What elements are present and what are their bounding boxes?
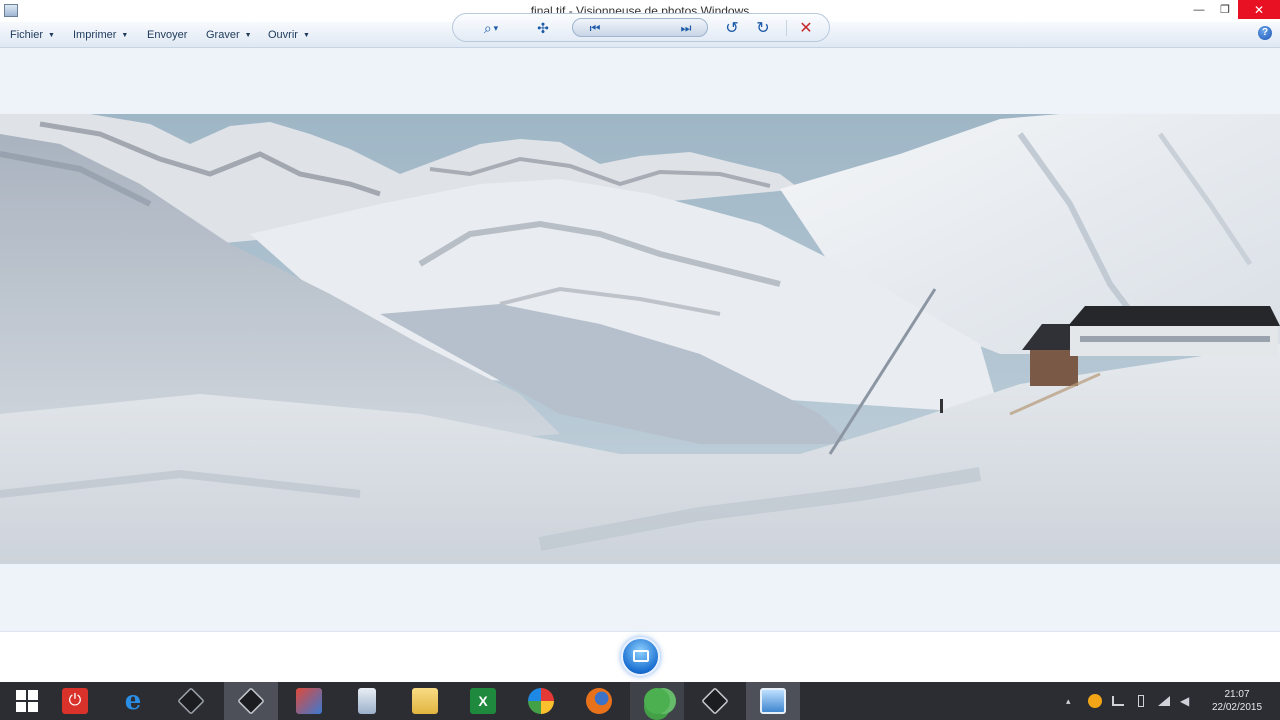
chevron-down-icon: ▾ (493, 22, 499, 33)
speaker-icon: ◀ (1180, 694, 1190, 708)
chevron-down-icon: ▼ (244, 32, 252, 39)
battery-icon (1138, 695, 1144, 707)
tray-expand[interactable]: ▴ (1066, 682, 1071, 720)
taskbar-picasa[interactable] (514, 682, 568, 720)
slideshow-button[interactable] (621, 637, 660, 676)
next-button[interactable]: ⏭ (675, 19, 697, 37)
next-icon: ⏭ (680, 20, 692, 35)
clover-icon (644, 688, 670, 714)
menu-imprimer[interactable]: Imprimer ▼ (73, 29, 128, 41)
app-icon (296, 688, 322, 714)
folder-icon (412, 688, 438, 714)
delete-icon: ✕ (799, 20, 813, 37)
delete-button[interactable]: ✕ (796, 19, 816, 37)
chevron-down-icon: ▼ (48, 32, 55, 39)
rotate-clockwise-button[interactable]: ↻ (753, 19, 773, 37)
taskbar-power-app[interactable]: ⏻ (48, 682, 102, 720)
taskbar-app-5[interactable] (282, 682, 336, 720)
app-icon (701, 687, 729, 715)
taskbar-file-explorer[interactable] (398, 682, 452, 720)
menu-envoyer[interactable]: Envoyer (147, 29, 187, 41)
tray-volume[interactable]: ◀ (1180, 682, 1189, 720)
taskbar-clock[interactable]: 21:07 22/02/2015 (1204, 688, 1270, 714)
rotate-counterclockwise-button[interactable]: ↺ (722, 19, 742, 37)
close-button[interactable]: ✕ (1238, 0, 1280, 19)
minimize-button[interactable]: — (1186, 0, 1212, 19)
taskbar-photo-viewer[interactable] (746, 682, 800, 720)
taskbar-internet-explorer[interactable]: e (106, 682, 160, 720)
menu-ouvrir[interactable]: Ouvrir ▼ (268, 29, 310, 41)
tray-app-icon[interactable] (1088, 682, 1102, 720)
chevron-down-icon: ▼ (121, 32, 129, 39)
chevron-down-icon: ▼ (302, 32, 310, 39)
firefox-icon (586, 688, 612, 714)
start-button[interactable] (0, 682, 54, 720)
taskbar: ⏻ e X ▴ ◀ 21:07 22/02/2015 (0, 682, 1280, 720)
taskbar-excel[interactable]: X (456, 682, 510, 720)
tray-signal[interactable] (1158, 682, 1170, 720)
menu-fichier[interactable]: Fichier ▼ (10, 29, 55, 41)
displayed-photo (0, 114, 1280, 564)
app-icon (177, 687, 205, 715)
document-icon (358, 688, 376, 714)
clock-time: 21:07 (1224, 689, 1250, 700)
rotate-right-icon: ↻ (756, 20, 770, 37)
menu-graver[interactable]: Graver ▼ (206, 29, 252, 41)
tray-network[interactable] (1112, 682, 1124, 720)
previous-icon: ⏮ (589, 20, 601, 35)
zoom-button[interactable]: ⌕ ▾ (476, 19, 506, 37)
photo-viewer-area (0, 49, 1280, 631)
taskbar-app-6[interactable] (340, 682, 394, 720)
app-icon (237, 687, 265, 715)
previous-button[interactable]: ⏮ (584, 19, 606, 37)
magnifier-icon: ⌕ (483, 19, 492, 36)
help-icon[interactable]: ? (1258, 26, 1272, 40)
picasa-icon (528, 688, 554, 714)
taskbar-app-3[interactable] (164, 682, 218, 720)
taskbar-app-12[interactable] (688, 682, 742, 720)
maximize-button[interactable]: ❐ (1212, 0, 1238, 19)
signal-icon (1158, 696, 1170, 706)
network-icon (1112, 696, 1124, 706)
rotate-left-icon: ↺ (725, 20, 739, 37)
internet-explorer-icon: e (124, 686, 142, 716)
tray-battery[interactable] (1138, 682, 1144, 720)
taskbar-app-clover[interactable] (630, 682, 684, 720)
slideshow-icon (633, 650, 649, 662)
tray-orange-icon (1088, 694, 1102, 708)
photo-viewer-icon (760, 688, 786, 714)
excel-icon: X (470, 688, 496, 714)
windows-logo-icon (16, 690, 38, 712)
taskbar-firefox[interactable] (572, 682, 626, 720)
clock-date: 22/02/2015 (1211, 702, 1263, 713)
controls-separator (786, 20, 787, 36)
power-icon: ⏻ (62, 688, 88, 714)
chevron-up-icon: ▴ (1066, 695, 1071, 706)
mountain-photo-image (0, 114, 1280, 564)
fit-window-icon: ✣ (537, 19, 549, 36)
actual-size-button[interactable]: ✣ (533, 19, 553, 37)
taskbar-app-4[interactable] (224, 682, 278, 720)
